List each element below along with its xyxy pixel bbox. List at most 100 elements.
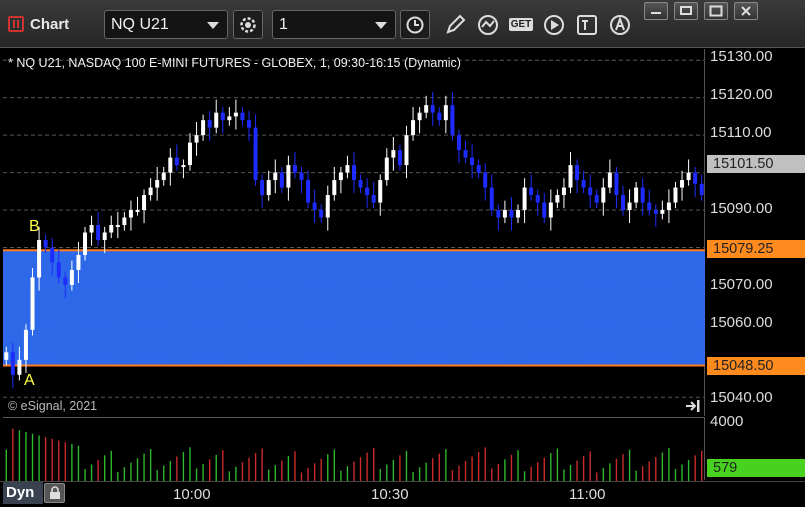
candle-body [319,210,324,218]
copyright-label: © eSignal, 2021 [8,399,98,413]
candle-body [122,217,127,226]
candle-body [686,172,691,181]
interval-value: 1 [279,16,288,33]
candle-body [168,157,173,173]
lock-scale-button[interactable] [44,483,65,503]
candle-body [299,172,304,181]
price-chart-svg [3,59,705,398]
candle-body [266,180,271,196]
chart-title-label: Chart [30,15,70,33]
volume-tag: 579 [707,459,805,477]
candle-body [673,187,678,203]
price-label: 15120.00 [710,86,773,103]
candle-body [483,172,488,188]
chart-toolbar: Chart NQ U21 1 GET [0,0,805,48]
candle-body [680,180,685,188]
candle-body [516,210,521,218]
restore-button[interactable] [674,2,698,20]
studies-button[interactable] [474,10,504,39]
candle-body [10,352,15,375]
candle-body [575,165,580,181]
clock-icon [406,16,424,33]
candle-body [56,262,61,278]
candle-body [384,157,389,181]
settings-gear-icon [240,16,256,33]
dynamic-mode-button[interactable]: Dyn [3,482,43,504]
price-plot[interactable] [3,49,705,416]
candle-body [325,195,330,218]
candle-body [568,165,573,188]
candle-body [634,187,639,203]
candle-body [627,202,632,211]
candle-body [535,195,540,203]
candle-body [522,187,527,211]
replay-button[interactable] [539,10,569,39]
candle-body [253,127,258,181]
candle-body [430,105,435,113]
candle-body [247,120,252,128]
range-band [3,250,705,366]
candle-body [227,116,232,121]
time-label: 11:00 [569,486,606,503]
get-data-button[interactable]: GET [506,10,536,39]
volume-chart-svg [5,428,703,481]
study-icon [478,14,498,35]
candle-body [581,180,586,188]
candle-body [338,172,343,181]
price-label: 15090.00 [710,200,773,217]
candle-body [115,225,120,228]
candle-body [89,225,94,233]
chart-window-title: Chart [8,14,69,34]
candle-body [128,210,133,218]
candle-body [509,210,514,218]
text-icon [577,14,597,35]
candle-body [260,180,265,196]
candle-body [345,165,350,173]
candle-body [693,172,698,184]
candle-body [155,180,160,188]
text-tool-button[interactable] [572,10,602,39]
alert-button[interactable] [605,10,635,39]
price-label: 15130.00 [710,48,773,65]
candle-body [614,172,619,196]
candle-body [23,329,28,360]
maximize-button[interactable] [704,2,728,20]
volume-axis-label: 4000 [710,413,744,430]
draw-tool-button[interactable] [440,10,470,39]
candle-body [201,120,206,136]
chart-icon [8,16,24,32]
candle-body [607,172,612,188]
candle-body [4,352,9,360]
marker-a: A [24,372,35,389]
candle-body [397,150,402,166]
candle-body [555,195,560,203]
interval-combobox[interactable]: 1 [272,10,396,39]
candle-body [240,112,245,121]
close-button[interactable] [734,2,758,20]
candle-body [352,165,356,181]
symbol-value: NQ U21 [111,16,169,33]
candle-body [391,150,396,158]
candle-body [647,202,652,211]
candle-body [358,180,363,188]
minimize-button[interactable] [644,2,668,20]
maximize-icon [709,5,723,17]
candle-body [378,180,383,203]
candle-body [463,150,468,158]
symbol-combobox[interactable]: NQ U21 [104,10,228,39]
candle-body [594,195,599,203]
candle-body [83,232,88,255]
interval-clock-button[interactable] [400,10,430,39]
lower-level-tag: 15048.50 [707,357,805,375]
candle-body [279,172,284,188]
price-label: 15060.00 [710,314,773,331]
candle-body [417,112,422,121]
candle-body [489,187,494,211]
candle-body [502,210,507,218]
play-icon [544,14,564,35]
candle-body [542,202,547,218]
volume-pane[interactable] [3,417,705,481]
scroll-to-end-icon[interactable] [684,398,702,414]
symbol-settings-button[interactable] [233,10,263,39]
candle-body [404,135,409,166]
